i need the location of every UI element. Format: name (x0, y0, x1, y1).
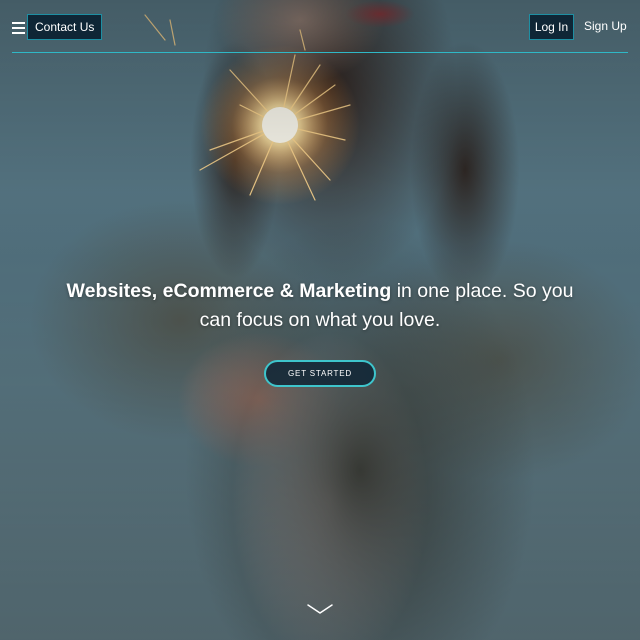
header-divider (12, 52, 628, 53)
hero-headline-bold: Websites, eCommerce & Marketing (66, 280, 392, 302)
sign-up-link[interactable]: Sign Up (584, 14, 627, 38)
hamburger-icon[interactable] (12, 22, 25, 34)
hero-headline: Websites, eCommerce & Marketing in one p… (60, 277, 580, 335)
get-started-button[interactable]: GET STARTED (264, 360, 376, 387)
landing-page: Contact Us Log In Sign Up Websites, eCom… (0, 0, 640, 640)
log-in-button[interactable]: Log In (529, 14, 574, 40)
chevron-down-icon[interactable] (306, 602, 334, 616)
contact-us-button[interactable]: Contact Us (27, 14, 103, 40)
